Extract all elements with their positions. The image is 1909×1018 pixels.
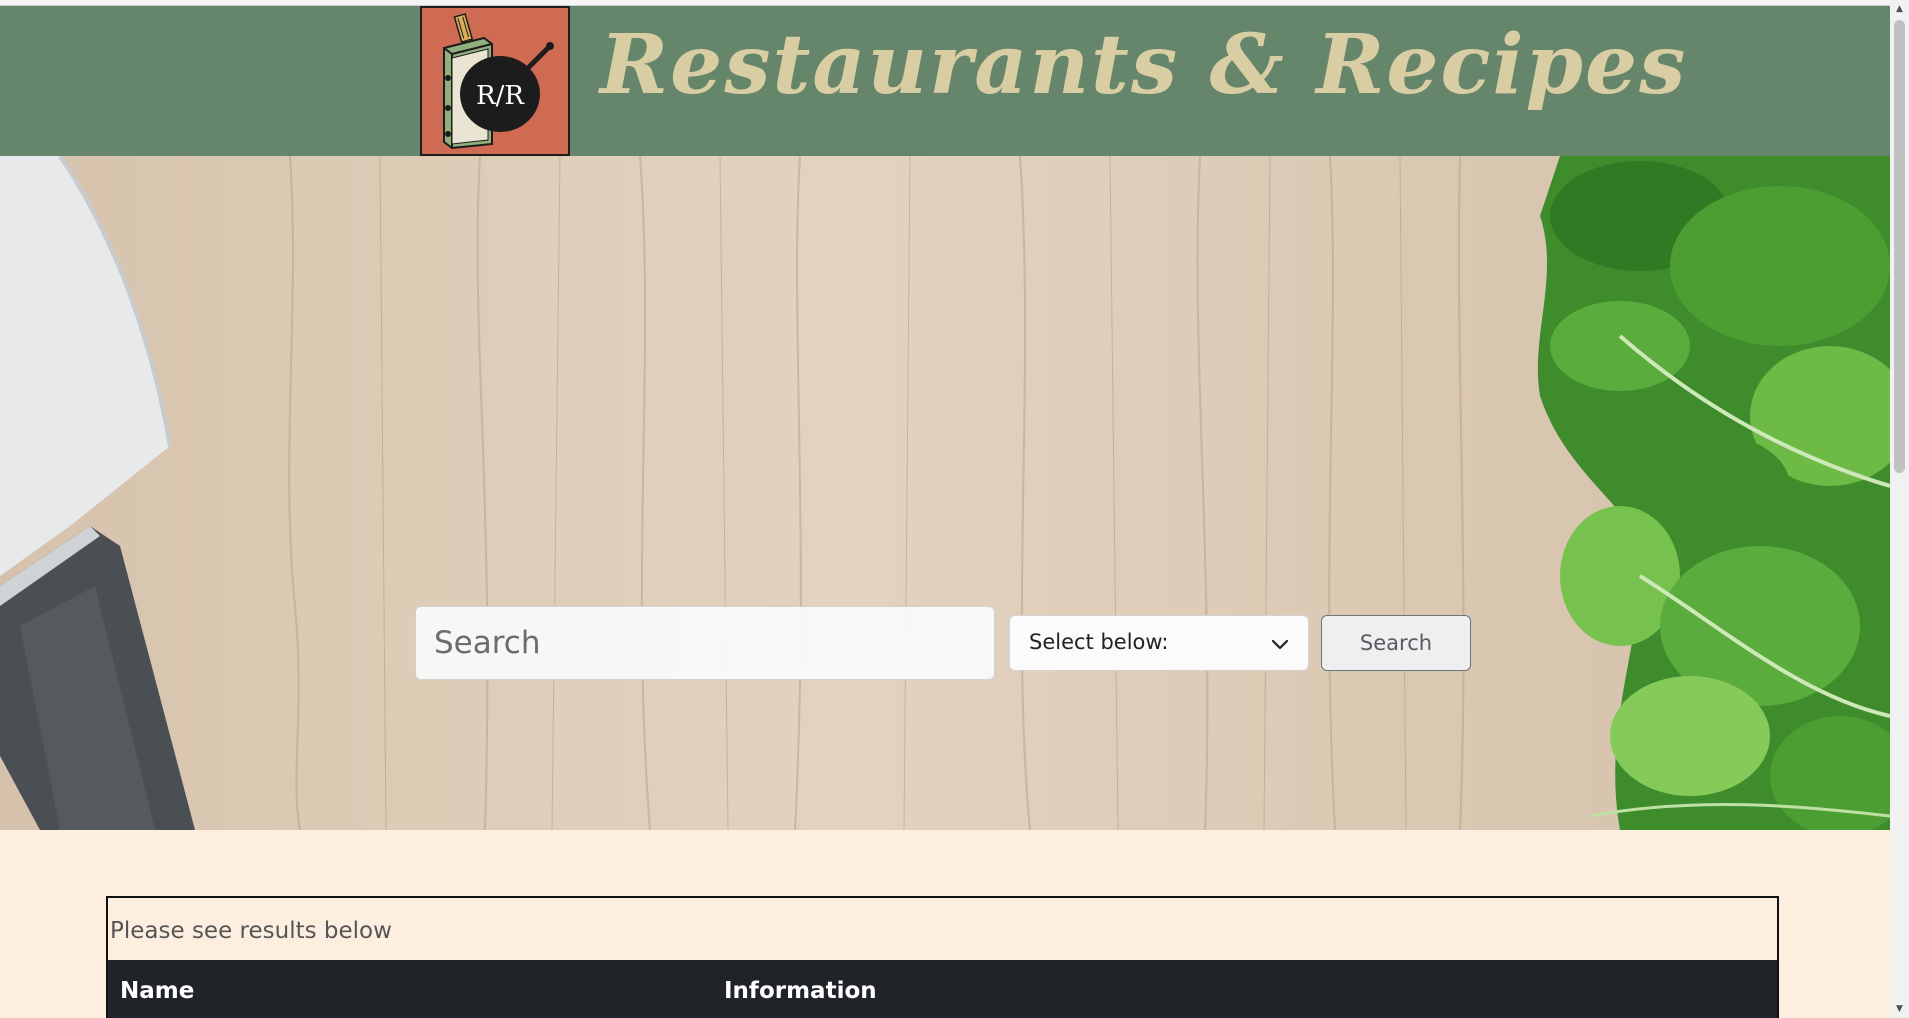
search-button[interactable]: Search (1321, 615, 1471, 671)
site-header: R/R Restaurants & Recipes (0, 6, 1890, 156)
chevron-down-icon (1271, 639, 1289, 650)
parsley-icon (1537, 156, 1890, 830)
category-select-label: Select below: (1029, 630, 1169, 654)
page-scrollbar[interactable]: ▲ ▼ (1890, 0, 1909, 1018)
column-header-name: Name (120, 978, 195, 1004)
results-table: Please see results below Name Informatio… (106, 896, 1779, 1018)
site-logo[interactable]: R/R (420, 6, 570, 156)
svg-text:R/R: R/R (476, 81, 525, 111)
column-header-information: Information (724, 978, 877, 1004)
search-input[interactable] (415, 606, 995, 680)
scroll-up-arrow-icon[interactable]: ▲ (1890, 0, 1909, 18)
knife-icon (0, 156, 195, 830)
site-title: Restaurants & Recipes (600, 17, 1688, 113)
scrollbar-thumb[interactable] (1894, 20, 1905, 473)
category-select[interactable]: Select below: (1009, 615, 1309, 671)
hero-banner: Select below: Search (0, 156, 1890, 830)
hero-background-image (0, 156, 1890, 830)
results-table-header: Name Information (108, 960, 1777, 1018)
results-caption: Please see results below (110, 918, 392, 944)
scroll-down-arrow-icon[interactable]: ▼ (1890, 1000, 1909, 1018)
cookbook-pan-logo-icon: R/R (422, 8, 568, 154)
